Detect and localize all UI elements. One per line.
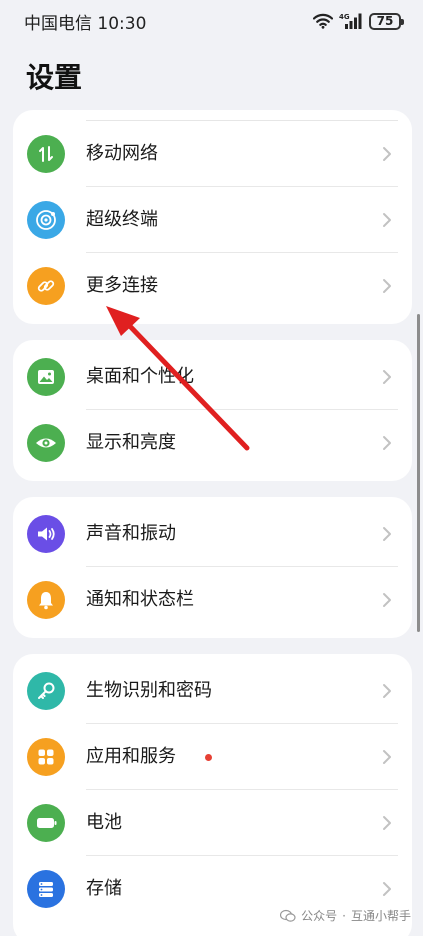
settings-group-system: 生物识别和密码 应用和服务 电池 存储 bbox=[13, 654, 412, 936]
settings-item-label: 移动网络 bbox=[86, 143, 158, 164]
settings-item-mobile-network[interactable]: 移动网络 bbox=[13, 121, 412, 187]
storage-icon bbox=[27, 870, 65, 908]
wifi-icon bbox=[313, 13, 333, 29]
settings-item-display-brightness[interactable]: 显示和亮度 bbox=[13, 410, 412, 476]
chevron-right-icon bbox=[383, 816, 391, 830]
bell-icon bbox=[27, 581, 65, 619]
apps-icon bbox=[27, 738, 65, 776]
chevron-right-icon bbox=[383, 370, 391, 384]
settings-group-display: 桌面和个性化 显示和亮度 bbox=[13, 340, 412, 481]
key-icon bbox=[27, 672, 65, 710]
status-bar: 中国电信 10:30 4G 75 bbox=[0, 0, 423, 42]
settings-item-label: 超级终端 bbox=[86, 209, 158, 230]
status-carrier-time: 中国电信 10:30 bbox=[24, 9, 146, 34]
chevron-right-icon bbox=[383, 147, 391, 161]
settings-item-label: 显示和亮度 bbox=[86, 432, 176, 453]
chevron-right-icon bbox=[383, 279, 391, 293]
settings-item-super-device[interactable]: 超级终端 bbox=[13, 187, 412, 253]
settings-item-battery[interactable]: 电池 bbox=[13, 790, 412, 856]
link-icon bbox=[27, 267, 65, 305]
chevron-right-icon bbox=[383, 436, 391, 450]
settings-item-label: 通知和状态栏 bbox=[86, 589, 194, 610]
settings-item-desktop-personalization[interactable]: 桌面和个性化 bbox=[13, 344, 412, 410]
settings-item-apps-services[interactable]: 应用和服务 bbox=[13, 724, 412, 790]
chevron-right-icon bbox=[383, 684, 391, 698]
speaker-icon bbox=[27, 515, 65, 553]
mobile-data-icon bbox=[27, 135, 65, 173]
chevron-right-icon bbox=[383, 593, 391, 607]
wallpaper-icon bbox=[27, 358, 65, 396]
settings-item-label: 应用和服务 bbox=[86, 746, 176, 767]
watermark: 公众号 · 互通小帮手 bbox=[280, 907, 411, 924]
wechat-icon bbox=[280, 909, 296, 922]
settings-item-label: 存储 bbox=[86, 878, 122, 899]
battery-indicator: 75 bbox=[369, 12, 404, 30]
settings-item-label: 桌面和个性化 bbox=[86, 366, 194, 387]
watermark-name: 互通小帮手 bbox=[350, 909, 411, 923]
settings-item-label: 声音和振动 bbox=[86, 523, 176, 544]
watermark-separator: · bbox=[342, 908, 346, 923]
settings-item-label: 生物识别和密码 bbox=[86, 680, 212, 701]
settings-group-connectivity: 移动网络 超级终端 更多连接 bbox=[13, 110, 412, 324]
chevron-right-icon bbox=[383, 527, 391, 541]
clock: 10:30 bbox=[97, 13, 147, 34]
settings-item-sound-vibration[interactable]: 声音和振动 bbox=[13, 501, 412, 567]
settings-item-label: 电池 bbox=[86, 812, 122, 833]
settings-group-sound-notifications: 声音和振动 通知和状态栏 bbox=[13, 497, 412, 638]
settings-item-notifications-status-bar[interactable]: 通知和状态栏 bbox=[13, 567, 412, 633]
network-type-label: 4G bbox=[339, 13, 350, 21]
carrier-name: 中国电信 bbox=[24, 13, 92, 34]
chevron-right-icon bbox=[383, 882, 391, 896]
chevron-right-icon bbox=[383, 750, 391, 764]
settings-item-more-connections[interactable]: 更多连接 bbox=[13, 253, 412, 319]
super-device-icon bbox=[27, 201, 65, 239]
chevron-right-icon bbox=[383, 213, 391, 227]
status-icons: 4G 75 bbox=[313, 12, 404, 30]
notification-badge-dot bbox=[205, 754, 212, 761]
scrollbar[interactable] bbox=[417, 314, 420, 632]
eye-icon bbox=[27, 424, 65, 462]
page-title: 设置 bbox=[26, 61, 83, 94]
signal-icon: 4G bbox=[339, 13, 362, 29]
settings-item-label: 更多连接 bbox=[86, 275, 158, 296]
watermark-prefix: 公众号 bbox=[301, 909, 338, 923]
battery-icon bbox=[27, 804, 65, 842]
settings-item-biometrics-password[interactable]: 生物识别和密码 bbox=[13, 658, 412, 724]
